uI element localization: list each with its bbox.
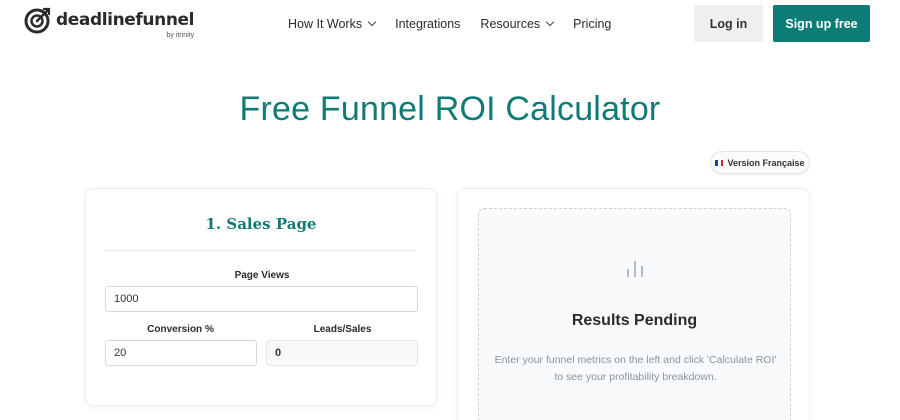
nav-how-it-works[interactable]: How It Works: [288, 16, 377, 32]
logo-name: deadlinefunnel: [56, 10, 195, 30]
nav-integrations[interactable]: Integrations: [395, 16, 460, 32]
page-views-input[interactable]: [105, 286, 418, 312]
conversion-label: Conversion %: [147, 324, 214, 335]
results-card: Results Pending Enter your funnel metric…: [457, 188, 810, 420]
results-pending-box: Results Pending Enter your funnel metric…: [478, 208, 791, 420]
logo[interactable]: deadlinefunnel by itrinity: [24, 6, 194, 40]
nav-label: Pricing: [573, 17, 612, 31]
conversion-input[interactable]: [105, 340, 257, 366]
leads-label: Leads/Sales: [313, 324, 372, 335]
nav-label: How It Works: [288, 17, 363, 31]
chevron-down-icon: [367, 17, 377, 27]
french-flag-icon: [715, 159, 724, 166]
nav-pricing[interactable]: Pricing: [573, 16, 611, 32]
leads-output: [266, 340, 418, 366]
divider: [106, 250, 416, 251]
language-toggle-button[interactable]: Version Française: [710, 151, 810, 174]
logo-target-icon: [24, 7, 51, 34]
chevron-down-icon: [545, 17, 555, 27]
nav-label: Integrations: [395, 17, 461, 31]
results-pending-message: Enter your funnel metrics on the left an…: [494, 354, 777, 383]
nav-resources[interactable]: Resources: [480, 16, 555, 32]
site-header: deadlinefunnel by itrinity How It Works …: [0, 0, 900, 48]
main-nav: How It Works Integrations Resources Pric…: [288, 16, 631, 32]
section-title: 1. Sales Page: [205, 215, 317, 233]
login-button[interactable]: Log in: [694, 5, 763, 42]
nav-label: Resources: [480, 17, 541, 31]
results-pending-title: Results Pending: [571, 312, 698, 329]
sales-page-card: 1. Sales Page Page Views Conversion % Le…: [85, 188, 437, 406]
logo-sub: by itrinity: [166, 32, 195, 39]
page-views-label: Page Views: [234, 270, 290, 281]
bar-chart-icon: [624, 255, 646, 277]
signup-button[interactable]: Sign up free: [773, 5, 870, 42]
page-title: Free Funnel ROI Calculator: [239, 90, 661, 128]
language-toggle-label: Version Française: [727, 157, 805, 168]
